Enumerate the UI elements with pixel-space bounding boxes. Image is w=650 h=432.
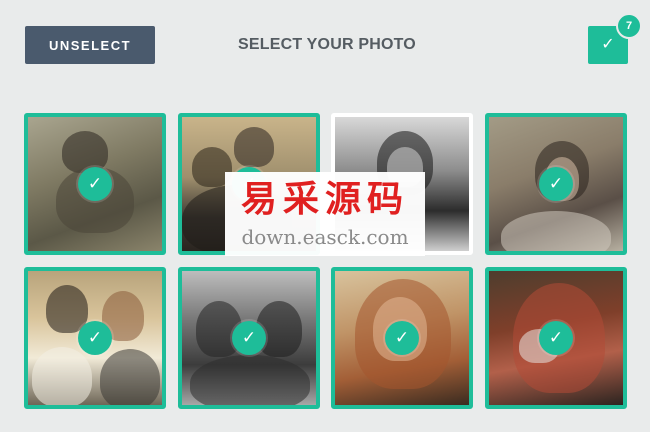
photo-tile-5[interactable]: ✓: [24, 267, 166, 409]
unselect-button[interactable]: UNSELECT: [25, 26, 155, 64]
photo-tile-8[interactable]: ✓: [485, 267, 627, 409]
check-icon: ✓: [601, 36, 615, 53]
photo-tile-6[interactable]: ✓: [178, 267, 320, 409]
photo-selector-page: UNSELECT SELECT YOUR PHOTO ✓ 7 ✓ ✓ ✓ ✓ ✓…: [0, 0, 650, 432]
selected-count-badge: 7: [616, 13, 642, 39]
check-icon: ✓: [232, 167, 266, 201]
check-icon: ✓: [385, 321, 419, 355]
check-icon: ✓: [232, 321, 266, 355]
photo-tile-4[interactable]: ✓: [485, 113, 627, 255]
check-icon: ✓: [539, 167, 573, 201]
check-icon: ✓: [78, 321, 112, 355]
photo-tile-1[interactable]: ✓: [24, 113, 166, 255]
check-icon: ✓: [539, 321, 573, 355]
check-icon: ✓: [78, 167, 112, 201]
photo-grid: ✓ ✓ ✓ ✓ ✓ ✓ ✓: [24, 113, 628, 410]
photo-image: [335, 117, 469, 251]
page-title: SELECT YOUR PHOTO: [238, 36, 416, 53]
photo-tile-7[interactable]: ✓: [331, 267, 473, 409]
photo-tile-3[interactable]: [331, 113, 473, 255]
photo-tile-2[interactable]: ✓: [178, 113, 320, 255]
